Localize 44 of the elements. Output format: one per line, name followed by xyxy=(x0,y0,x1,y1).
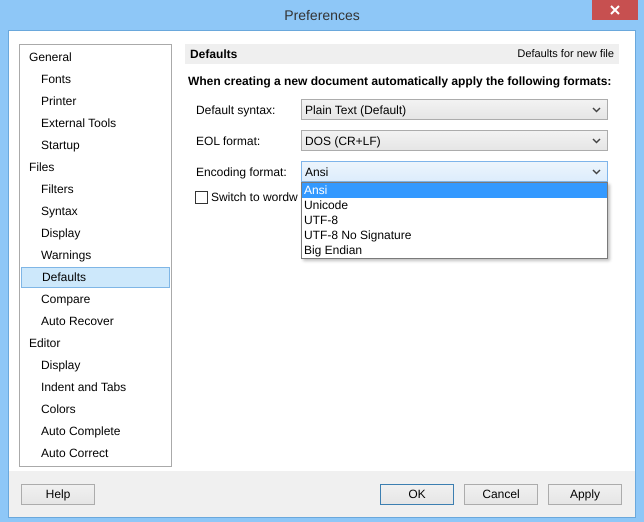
tree-item[interactable]: External Tools xyxy=(21,113,170,134)
tree-item[interactable]: Compare xyxy=(21,289,170,310)
tree-item[interactable]: Defaults xyxy=(21,267,170,288)
chevron-down-icon xyxy=(592,106,601,112)
tree-item[interactable]: Auto Correct xyxy=(21,443,170,464)
tree-item[interactable]: Startup xyxy=(21,135,170,156)
tree-item[interactable]: Files xyxy=(21,157,170,178)
dropdown-option[interactable]: Unicode xyxy=(302,198,607,213)
dropdown-option[interactable]: UTF-8 xyxy=(302,213,607,228)
chevron-down-icon xyxy=(592,168,601,174)
tree-item[interactable]: General xyxy=(21,47,170,68)
dropdown-option[interactable]: UTF-8 No Signature xyxy=(302,228,607,243)
checkbox[interactable] xyxy=(195,190,208,204)
tree-item[interactable]: Filters xyxy=(21,179,170,200)
close-button[interactable] xyxy=(592,0,638,20)
chevron-down-icon xyxy=(592,138,601,144)
tree-item[interactable]: Fonts xyxy=(21,69,170,90)
instruction-text: When creating a new document automatically apply the following formats: xyxy=(188,74,612,88)
field-label: Encoding format: xyxy=(196,164,288,178)
checkbox-label: Switch to wordw xyxy=(211,190,298,204)
tree-item[interactable]: Warnings xyxy=(21,245,170,266)
window-title: Preferences xyxy=(284,7,360,23)
dropdown[interactable]: Ansi xyxy=(301,161,608,182)
dropdown-option[interactable]: Big Endian xyxy=(302,243,607,258)
tree-item[interactable]: Display xyxy=(21,355,170,376)
dialog-button[interactable]: Apply xyxy=(548,484,622,504)
dialog-button[interactable]: OK xyxy=(380,484,454,504)
tree-item[interactable]: Display xyxy=(21,223,170,244)
help-button[interactable]: Help xyxy=(21,484,95,504)
dropdown[interactable]: DOS (CR+LF) xyxy=(301,130,608,151)
field-label: EOL format: xyxy=(196,134,262,148)
dropdown[interactable]: Plain Text (Default) xyxy=(301,99,608,120)
field-label: Default syntax: xyxy=(196,102,276,116)
tree-item[interactable]: Editor xyxy=(21,333,170,354)
tree-item[interactable]: Auto Complete xyxy=(21,421,170,442)
tree-item[interactable]: Printer xyxy=(21,91,170,112)
tree-item[interactable]: Auto Recover xyxy=(21,311,170,332)
section-subtitle: Defaults for new file xyxy=(517,48,614,60)
close-icon xyxy=(610,5,620,15)
dialog-button[interactable]: Cancel xyxy=(464,484,538,504)
tree-item[interactable]: Indent and Tabs xyxy=(21,377,170,398)
tree-item[interactable]: Syntax xyxy=(21,201,170,222)
section-title: Defaults xyxy=(190,47,238,61)
tree-item[interactable]: Colors xyxy=(21,399,170,420)
